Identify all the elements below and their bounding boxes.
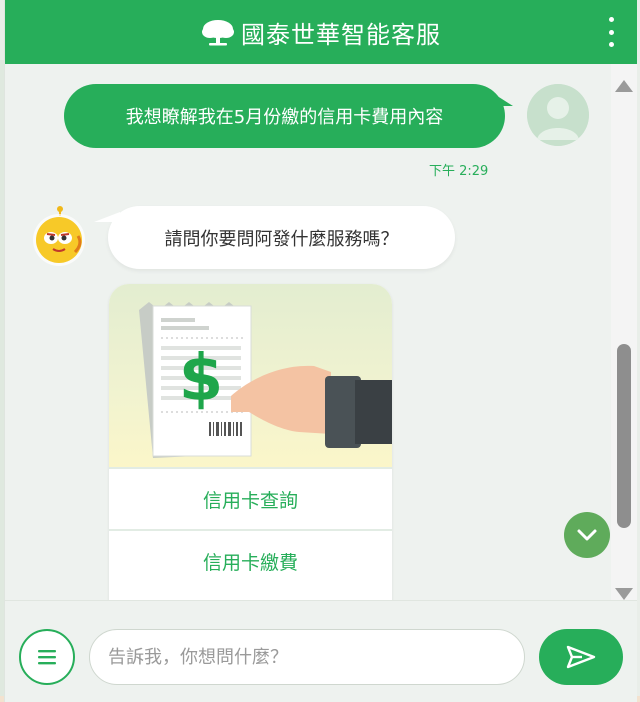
- tree-logo-icon: [202, 20, 234, 46]
- bot-avatar: [29, 206, 87, 268]
- credit-card-payment-button[interactable]: 信用卡繳費: [109, 529, 392, 591]
- scrollbar-thumb[interactable]: [617, 344, 631, 528]
- message-composer: [5, 600, 637, 702]
- card-image: $: [109, 284, 392, 467]
- option-label: 信用卡繳費: [202, 551, 298, 574]
- chat-title: 國泰世華智能客服: [241, 20, 441, 49]
- service-card: $ 信用卡查詢 信用卡繳費: [109, 284, 392, 600]
- user-silhouette-icon: [527, 84, 589, 146]
- bot-message-text: 請問你要問阿發什麼服務嗎？: [164, 228, 399, 250]
- chat-messages: 我想瞭解我在5月份繳的信用卡費用內容 下午 2:29 請問你要問阿發什麼服務嗎？…: [5, 64, 611, 600]
- chat-widget: 國泰世華智能客服 我想瞭解我在5月份繳的信用卡費用內容 下午 2:29 請問你要…: [4, 0, 637, 702]
- user-message-bubble: 我想瞭解我在5月份繳的信用卡費用內容: [64, 84, 513, 148]
- chat-scrollbar[interactable]: [611, 64, 637, 602]
- send-icon: [566, 645, 596, 669]
- credit-card-inquiry-button[interactable]: 信用卡查詢: [109, 467, 392, 529]
- send-button[interactable]: [539, 629, 623, 685]
- scroll-up-arrow-icon[interactable]: [615, 80, 633, 92]
- receipt-dollar-icon: $: [139, 302, 392, 458]
- user-message-text: 我想瞭解我在5月份繳的信用卡費用內容: [125, 107, 444, 128]
- message-input[interactable]: [89, 629, 525, 685]
- more-vertical-icon: [608, 17, 614, 22]
- bot-message-bubble: 請問你要問阿發什麼服務嗎？: [94, 206, 455, 269]
- chat-header: 國泰世華智能客服: [5, 0, 637, 64]
- message-timestamp: 下午 2:29: [429, 164, 489, 179]
- hamburger-menu-icon: [38, 650, 56, 665]
- more-options-button[interactable]: [603, 17, 619, 47]
- quick-menu-button[interactable]: [19, 629, 75, 685]
- chevron-down-icon: [577, 529, 597, 541]
- user-avatar: [527, 84, 589, 146]
- robot-mascot-icon: [33, 206, 85, 266]
- svg-text:$: $: [179, 342, 224, 416]
- scroll-to-bottom-button[interactable]: [564, 512, 610, 558]
- scroll-down-arrow-icon[interactable]: [615, 588, 633, 600]
- option-label: 信用卡查詢: [202, 489, 298, 512]
